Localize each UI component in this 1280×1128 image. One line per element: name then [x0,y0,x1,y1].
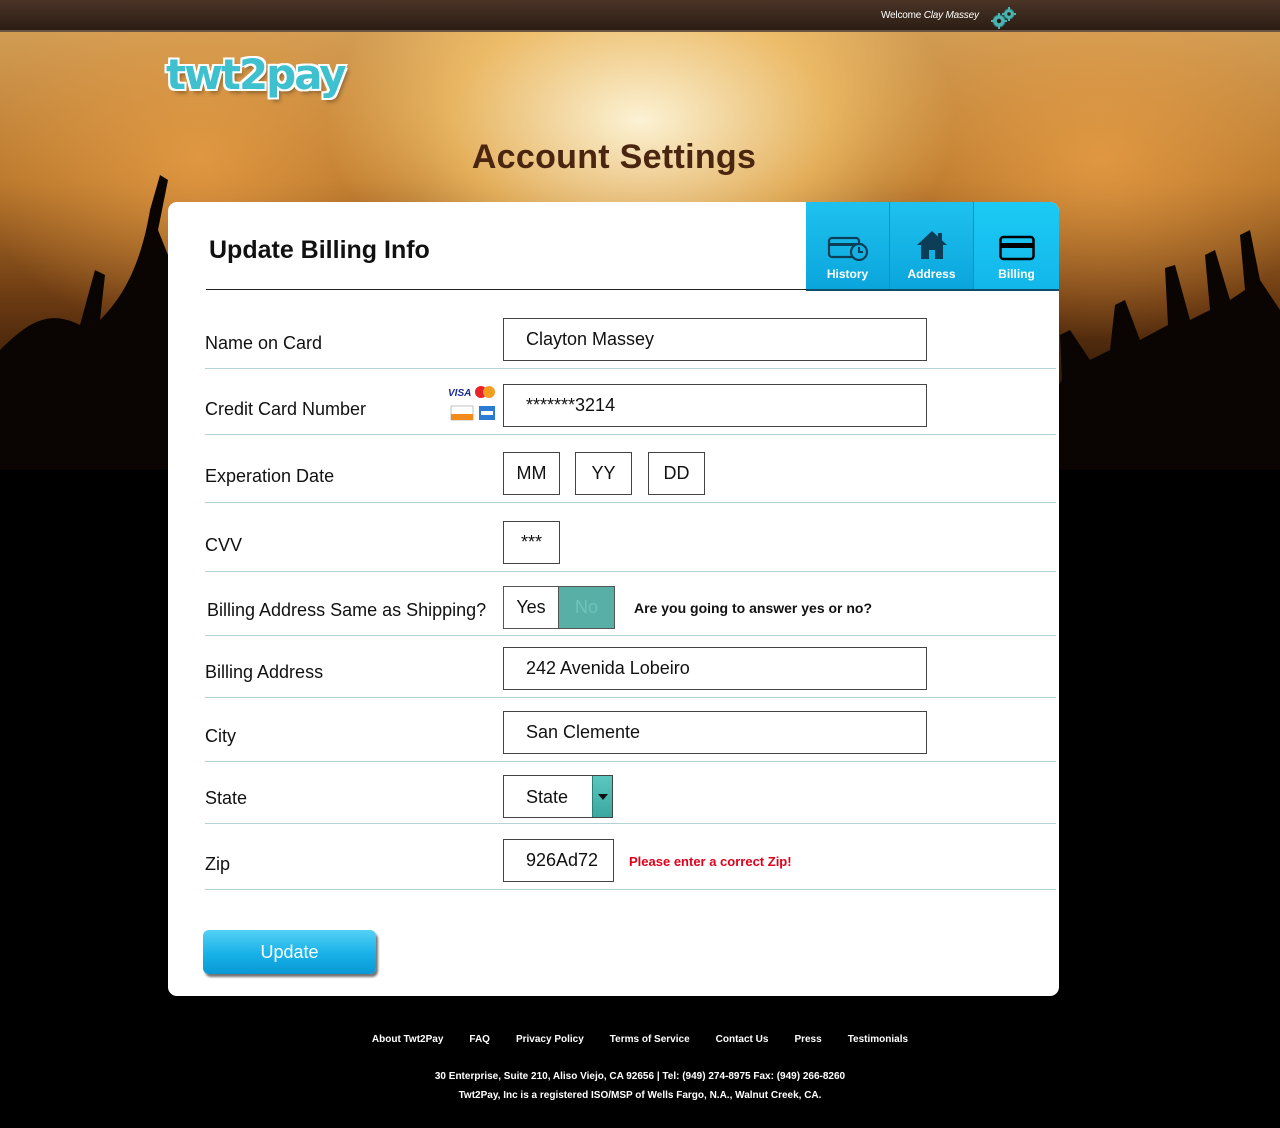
footer-link-faq[interactable]: FAQ [469,1034,490,1045]
expiration-date-label: Experation Date [205,466,335,486]
toggle-yes-option[interactable]: Yes [504,587,559,628]
row-state: State State [205,762,1056,824]
footer-link-contact[interactable]: Contact Us [716,1034,769,1045]
card-number-label: Credit Card Number [205,399,367,419]
footer-address: 30 Enterprise, Suite 210, Aliso Viejo, C… [434,1071,846,1082]
cvv-input[interactable]: *** [503,521,560,564]
row-zip: Zip Please enter a correct Zip! [205,824,1056,890]
row-cvv: CVV *** [205,503,1056,572]
same-as-shipping-toggle[interactable]: Yes No [503,586,615,629]
footer-legal: Twt2Pay, Inc is a registered ISO/MSP of … [458,1090,822,1101]
tab-address[interactable]: Address [890,202,974,289]
footer-links: About Twt2Pay FAQ Privacy Policy Terms o… [0,1034,1280,1045]
state-label: State [205,788,248,808]
toggle-hint-text: Are you going to answer yes or no? [634,600,873,616]
row-city: City [205,698,1056,762]
house-icon [916,231,947,259]
credit-card-icon [998,235,1035,261]
heading-divider [206,289,806,290]
billing-address-input[interactable] [503,647,927,690]
user-name[interactable]: Clay Massey [924,10,979,21]
tab-history[interactable]: History [806,202,890,289]
svg-text:VISA: VISA [448,388,471,399]
name-on-card-input[interactable] [503,318,927,361]
tab-billing[interactable]: Billing [974,202,1059,289]
card-heading: Update Billing Info [209,236,430,264]
state-select[interactable]: State [503,775,613,818]
city-label: City [205,726,236,746]
cvv-label: CVV [205,535,243,555]
expiration-year-input[interactable]: YY [575,452,632,495]
zip-error-message: Please enter a correct Zip! [629,854,792,869]
row-card-number: Credit Card Number VISA [205,369,1056,435]
toggle-no-option[interactable]: No [559,587,614,628]
name-on-card-label: Name on Card [205,333,323,353]
card-history-icon [827,236,868,261]
footer-link-privacy[interactable]: Privacy Policy [516,1034,584,1045]
zip-input[interactable] [503,839,614,882]
expiration-month-input[interactable]: MM [503,452,560,495]
accepted-cards-icon: VISA [448,386,495,421]
footer-link-testimonials[interactable]: Testimonials [848,1034,908,1045]
state-select-value: State [526,787,569,807]
footer-link-press[interactable]: Press [794,1034,821,1045]
footer-link-about[interactable]: About Twt2Pay [372,1034,443,1045]
chevron-down-icon[interactable] [592,776,612,817]
page-title: Account Settings [471,138,757,176]
twt2pay-logo[interactable]: twt2pay [166,50,347,99]
top-bar: Welcome Clay Massey [0,0,1280,32]
row-same-as-shipping: Billing Address Same as Shipping? Yes No… [205,572,1056,636]
tab-billing-label: Billing [998,267,1035,281]
footer-link-terms[interactable]: Terms of Service [610,1034,690,1045]
tab-history-label: History [826,267,869,281]
update-button[interactable]: Update [203,930,376,974]
row-expiration-date: Experation Date MM YY DD [205,435,1056,503]
welcome-message: Welcome Clay Massey [881,10,979,21]
welcome-prefix: Welcome [881,10,922,21]
billing-address-label: Billing Address [205,662,324,682]
settings-gear-icon[interactable] [990,7,1016,29]
row-name-on-card: Name on Card [205,306,1056,369]
billing-card: Update Billing Info History Address Bill… [168,202,1059,996]
zip-label: Zip [205,854,231,874]
row-billing-address: Billing Address [205,636,1056,698]
tab-address-label: Address [907,267,956,281]
same-as-shipping-label: Billing Address Same as Shipping? [207,600,487,620]
settings-tabs: History Address Billing [806,202,1059,291]
city-input[interactable] [503,711,927,754]
expiration-day-input[interactable]: DD [648,452,705,495]
card-number-input[interactable] [503,384,927,427]
